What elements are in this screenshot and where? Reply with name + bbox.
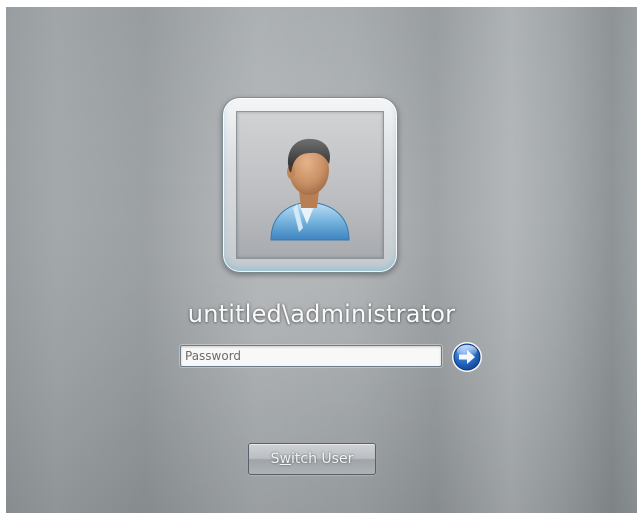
switch-user-label-end: itch User: [291, 451, 354, 467]
password-field[interactable]: [180, 345, 442, 367]
account-name: untitled\administrator: [187, 300, 456, 328]
user-avatar-icon: [270, 138, 350, 241]
arrow-right-icon: [452, 342, 482, 372]
logon-screen: untitled\administrator Switch User: [6, 7, 637, 513]
switch-user-accelerator: w: [279, 451, 292, 467]
user-tile[interactable]: [222, 97, 398, 273]
switch-user-label-start: S: [270, 451, 280, 467]
user-picture-frame: [236, 111, 384, 259]
switch-user-button[interactable]: Switch User: [248, 443, 376, 475]
submit-login-button[interactable]: [451, 341, 483, 373]
